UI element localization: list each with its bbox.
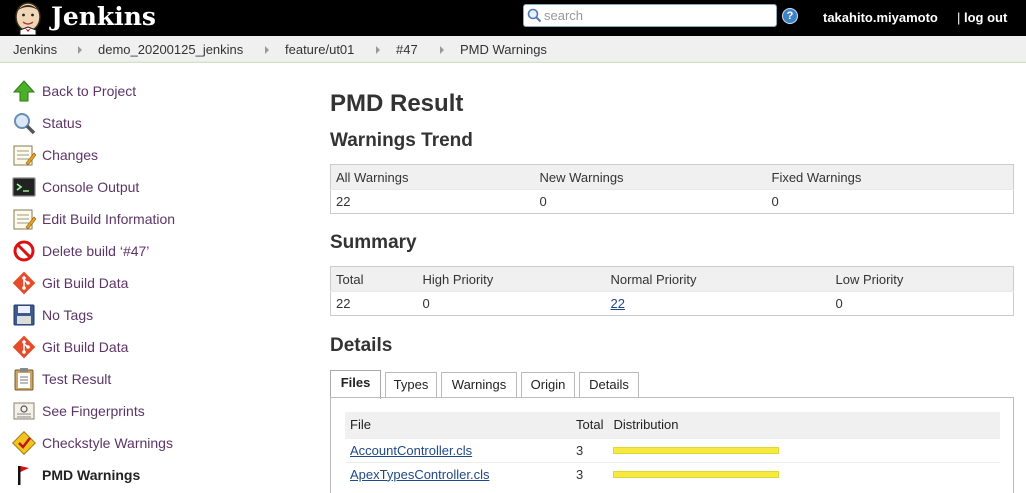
column-header[interactable]: File	[345, 412, 571, 438]
column-header: Low Priority	[830, 266, 1014, 292]
column-header: All Warnings	[330, 164, 535, 190]
new-warnings-value: 0	[534, 189, 767, 214]
file-cell: ApexTypesController.cls	[345, 461, 571, 486]
tab-types[interactable]: Types	[385, 372, 437, 398]
git-icon	[12, 271, 36, 295]
search-box	[523, 4, 777, 27]
distribution-bar[interactable]	[613, 470, 780, 478]
details-heading: Details	[330, 335, 393, 356]
file-total: 3	[571, 461, 609, 486]
user-link[interactable]: takahito.miyamoto	[823, 10, 938, 25]
column-header[interactable]: Distribution	[608, 412, 1000, 438]
distribution-cell	[608, 437, 1000, 462]
sidebar-item-label: PMD Warnings	[42, 467, 141, 483]
terminal-icon	[12, 177, 36, 197]
search-icon	[527, 8, 542, 23]
breadcrumb-chevron-icon[interactable]	[376, 46, 380, 54]
breadcrumb-pmd-warnings[interactable]: PMD Warnings	[460, 42, 547, 57]
up-arrow-icon	[12, 80, 36, 102]
all-warnings-value: 22	[330, 189, 535, 214]
magnifier-icon	[14, 113, 36, 135]
column-header: Normal Priority	[605, 266, 831, 292]
file-cell: AccountController.cls	[345, 437, 571, 462]
notepad-edit-icon	[13, 209, 36, 230]
summary-table: Total High Priority Normal Priority Low …	[330, 266, 1014, 316]
sidebar-item-label: Delete build ‘#47’	[42, 243, 150, 259]
table-row: AccountController.cls 3	[345, 437, 1000, 462]
breadcrumb-branch[interactable]: feature/ut01	[285, 42, 354, 57]
tab-details[interactable]: Details	[579, 372, 639, 398]
total-value: 22	[330, 291, 418, 316]
breadcrumb-chevron-icon[interactable]	[265, 46, 269, 54]
details-tabs: Files Types Warnings Origin Details	[330, 370, 1014, 399]
jenkins-brand[interactable]: Jenkins	[51, 2, 156, 32]
sidebar-item-label: Test Result	[42, 371, 112, 387]
fixed-warnings-value: 0	[766, 189, 1014, 214]
sidebar-item-label: Edit Build Information	[42, 211, 176, 227]
breadcrumb-chevron-icon[interactable]	[440, 46, 444, 54]
file-link[interactable]: AccountController.cls	[350, 443, 472, 458]
sidebar-item-label: Git Build Data	[42, 275, 129, 291]
column-header: High Priority	[417, 266, 606, 292]
notepad-icon	[13, 145, 36, 166]
sidebar-item-label: Console Output	[42, 179, 140, 195]
top-header: Jenkins ? takahito.miyamoto | log out	[0, 0, 1026, 36]
checkstyle-icon	[12, 431, 36, 455]
summary-heading: Summary	[330, 232, 417, 253]
table-header-row: All Warnings New Warnings Fixed Warnings	[330, 164, 1014, 190]
sidebar-item-label: Status	[42, 115, 82, 131]
normal-priority-link[interactable]: 22	[611, 296, 625, 311]
search-input[interactable]	[544, 6, 774, 25]
tab-origin[interactable]: Origin	[521, 372, 575, 398]
column-header: Fixed Warnings	[766, 164, 1014, 190]
table-header-row: File Total Distribution	[345, 412, 1000, 438]
warnings-trend-heading: Warnings Trend	[330, 130, 473, 151]
no-entry-icon	[13, 240, 35, 262]
floppy-disk-icon	[13, 304, 35, 326]
files-table: File Total Distribution AccountControlle…	[345, 412, 1000, 486]
distribution-cell	[608, 461, 1000, 486]
files-tab-panel: File Total Distribution AccountControlle…	[330, 397, 1014, 493]
breadcrumb: Jenkins demo_20200125_jenkins feature/ut…	[0, 36, 1026, 63]
tab-files[interactable]: Files	[330, 370, 381, 399]
file-link[interactable]: ApexTypesController.cls	[350, 467, 489, 482]
sidebar-item-label: Git Build Data	[42, 339, 129, 355]
fingerprint-icon	[13, 402, 35, 420]
distribution-bar[interactable]	[613, 446, 780, 454]
normal-priority-cell: 22	[605, 291, 831, 316]
clipboard-icon	[14, 368, 34, 391]
breadcrumb-chevron-icon[interactable]	[78, 46, 82, 54]
sidebar-item-label: Checkstyle Warnings	[42, 435, 173, 451]
table-header-row: Total High Priority Normal Priority Low …	[330, 266, 1014, 292]
file-total: 3	[571, 437, 609, 462]
breadcrumb-jenkins[interactable]: Jenkins	[13, 42, 57, 57]
breadcrumb-project[interactable]: demo_20200125_jenkins	[98, 42, 243, 57]
help-icon[interactable]: ?	[782, 8, 798, 24]
table-row: ApexTypesController.cls 3	[345, 461, 1000, 486]
column-header[interactable]: Total	[571, 412, 609, 438]
warnings-trend-table: All Warnings New Warnings Fixed Warnings…	[330, 164, 1014, 214]
logout-link[interactable]: log out	[964, 10, 1007, 25]
sidebar-item-label: Changes	[42, 147, 99, 163]
pmd-flag-icon	[18, 466, 29, 485]
git-icon	[12, 335, 36, 359]
column-header: New Warnings	[534, 164, 767, 190]
table-row: 22 0 22 0	[330, 291, 1014, 316]
tab-warnings[interactable]: Warnings	[441, 372, 517, 398]
sidebar-item-label: No Tags	[42, 307, 94, 323]
table-row: 22 0 0	[330, 189, 1014, 214]
low-priority-value: 0	[830, 291, 1014, 316]
page-title: PMD Result	[330, 90, 464, 117]
logout-separator: |	[957, 10, 961, 25]
jenkins-butler-logo[interactable]	[8, 1, 48, 35]
sidebar-item-label: See Fingerprints	[42, 403, 145, 419]
column-header: Total	[330, 266, 418, 292]
high-priority-value: 0	[417, 291, 606, 316]
breadcrumb-build[interactable]: #47	[396, 42, 418, 57]
sidebar-item-label: Back to Project	[42, 83, 137, 99]
